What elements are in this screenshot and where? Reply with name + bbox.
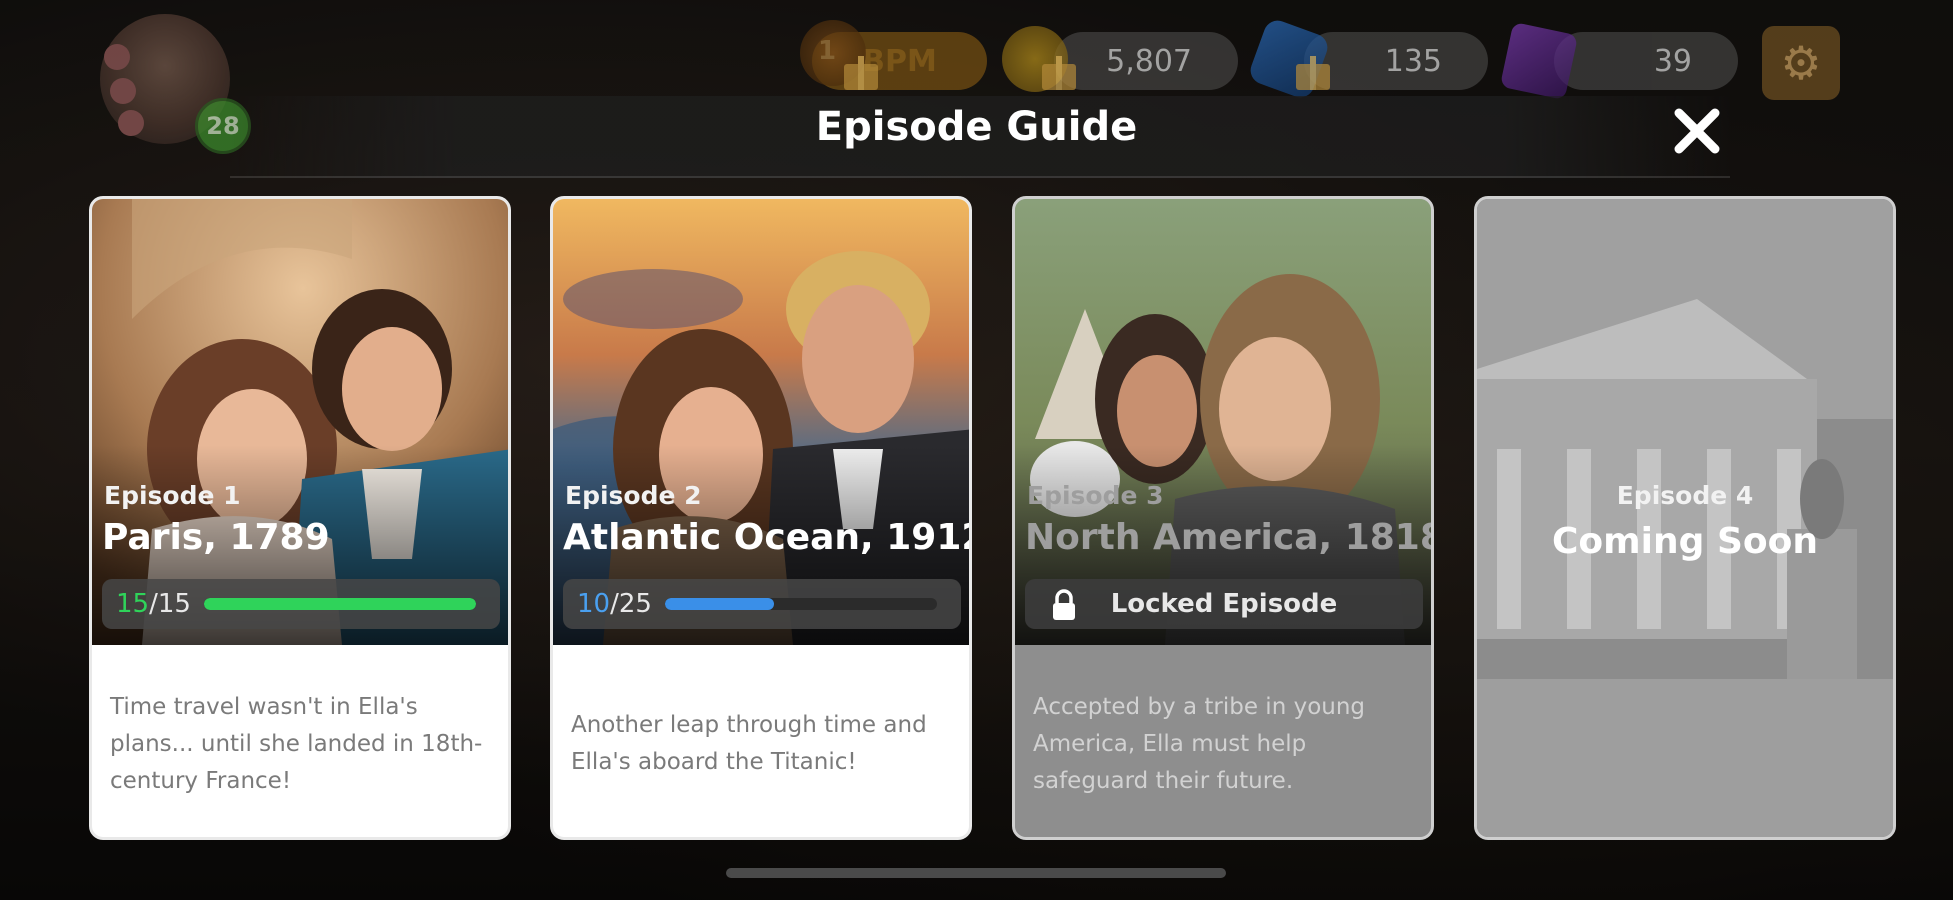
progress-count: 15/15	[116, 589, 191, 619]
progress-total: 15	[157, 589, 191, 619]
episode-title: North America, 1818	[1025, 517, 1434, 558]
close-icon	[1674, 108, 1720, 154]
episode-progress: 10/25	[563, 579, 961, 629]
progress-track	[204, 598, 476, 610]
coming-soon-title: Coming Soon	[1552, 521, 1818, 562]
progress-current: 15	[116, 589, 150, 619]
rose-icon	[104, 44, 130, 70]
crystals-counter[interactable]: 39	[1554, 32, 1738, 90]
page-title: Episode Guide	[815, 104, 1138, 150]
episode-card-4[interactable]: Episode 4 Coming Soon	[1474, 196, 1896, 840]
coins-counter[interactable]: 5,807	[1054, 32, 1238, 90]
episode-card-1[interactable]: Episode 1 Paris, 1789 15/15 Time travel …	[89, 196, 511, 840]
progress-fill	[665, 598, 774, 610]
episode-label: Episode 3	[1027, 481, 1164, 510]
lock-icon	[1053, 589, 1075, 620]
episode-progress: 15/15	[102, 579, 500, 629]
episode-title: Paris, 1789	[102, 517, 330, 558]
close-button[interactable]	[1666, 100, 1728, 162]
gift-icon[interactable]	[1040, 56, 1078, 90]
locked-episode-label: Locked Episode	[1110, 589, 1338, 619]
gear-icon: ⚙	[1780, 36, 1822, 90]
progress-fill	[204, 598, 476, 610]
locked-episode-bar: Locked Episode	[1025, 579, 1423, 629]
crystals-value: 39	[1653, 43, 1692, 79]
episode-4-cover-image	[1477, 199, 1893, 837]
episode-description: Accepted by a tribe in young America, El…	[1015, 645, 1431, 837]
rose-icon	[110, 78, 136, 104]
episode-label: Episode 1	[104, 481, 241, 510]
progress-track	[665, 598, 937, 610]
gift-icon[interactable]	[1294, 56, 1332, 90]
crystal-icon	[1499, 21, 1579, 101]
episode-description: Another leap through time and Ella's abo…	[571, 712, 927, 775]
home-indicator[interactable]	[726, 868, 1226, 878]
coins-value: 5,807	[1106, 43, 1192, 79]
episode-description: Time travel wasn't in Ella's plans... un…	[110, 693, 483, 794]
gift-icon[interactable]	[842, 56, 880, 90]
progress-count: 10/25	[577, 589, 652, 619]
gems-value: 135	[1384, 43, 1442, 79]
episode-card-3[interactable]: Episode 3 North America, 1818 Locked Epi…	[1012, 196, 1434, 840]
progress-current: 10	[577, 589, 611, 619]
episode-label: Episode 2	[565, 481, 702, 510]
bpm-count: 1	[818, 36, 837, 66]
episode-label: Episode 4	[1616, 481, 1754, 510]
episode-title: Atlantic Ocean, 1912	[563, 517, 972, 558]
episode-card-2[interactable]: Episode 2 Atlantic Ocean, 1912 10/25 Ano…	[550, 196, 972, 840]
progress-total: 25	[618, 589, 652, 619]
settings-button[interactable]: ⚙	[1762, 26, 1840, 100]
